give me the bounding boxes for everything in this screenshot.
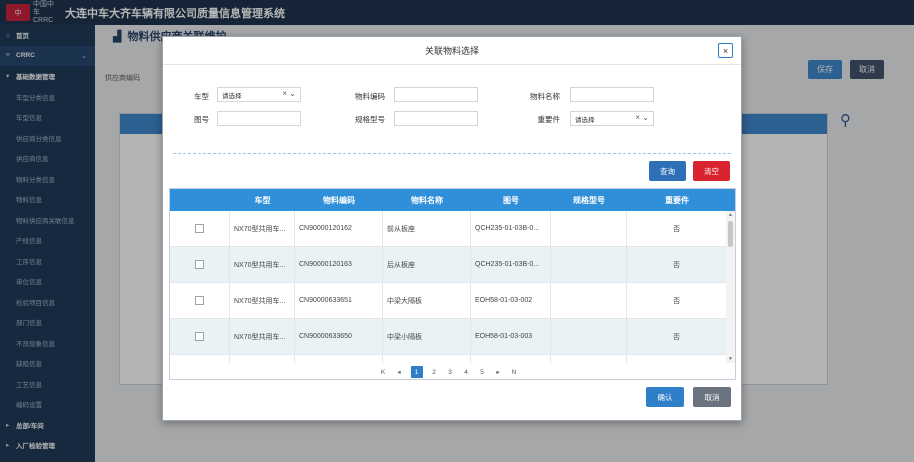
spec-label: 规格型号	[355, 115, 385, 124]
cell-important: 否	[627, 319, 727, 354]
pagination: K ◂ 1 2 3 4 5 ▸ N	[170, 363, 727, 379]
table-scrollbar[interactable]: ▲ ▼	[726, 211, 735, 363]
drawing-no-input[interactable]	[217, 111, 301, 126]
page-number[interactable]: 2	[430, 369, 439, 376]
cell-name: 中梁小隔板	[383, 319, 471, 354]
dialog-title: 关联物料选择	[163, 37, 741, 65]
cell-car-type: NX70型共用车...	[230, 319, 295, 354]
row-checkbox[interactable]	[195, 224, 204, 233]
important-value: 请选择	[575, 116, 595, 124]
table-row[interactable]: NX70型共用车...CN90000640332枕中隔板EOH58-01-03-…	[170, 355, 727, 363]
cell-car-type: NX70型共用车...	[230, 355, 295, 363]
car-type-select[interactable]: 请选择 × ⌄	[217, 87, 301, 102]
table-row[interactable]: NX70型共用车... CN90000120162 前从板座 QCH235-01-03…	[170, 211, 727, 247]
important-label: 重要件	[537, 115, 561, 124]
column-header[interactable]: 物料名称	[383, 189, 471, 211]
cell-car-type: NX70型共用车...	[230, 247, 295, 282]
page-number[interactable]: 3	[446, 369, 455, 376]
table-row[interactable]: NX70型共用车... CN90000633651 中梁大隔板 EOH58-01-03…	[170, 283, 727, 319]
material-code-label: 物料编码	[355, 92, 385, 101]
first-page-button[interactable]: K	[379, 369, 388, 376]
row-select-cell	[170, 283, 230, 318]
material-table: 车型 物料编码 物料名称 图号 规格型号 重要件 NX70型共用车... CN9000012…	[169, 188, 736, 380]
prev-page-button[interactable]: ◂	[395, 368, 404, 376]
drawing-no-label: 图号	[194, 115, 209, 124]
query-button[interactable]: 查询	[649, 161, 686, 181]
row-select-cell	[170, 319, 230, 354]
column-header[interactable]: 图号	[471, 189, 551, 211]
column-header[interactable]: 规格型号	[551, 189, 627, 211]
cell-spec	[551, 283, 627, 318]
cell-code: CN90000640332	[295, 355, 383, 363]
column-header[interactable]: 车型	[230, 189, 295, 211]
chevron-down-icon: × ⌄	[282, 89, 296, 98]
table-row[interactable]: NX70型共用车... CN90000633650 中梁小隔板 EOH58-01-03…	[170, 319, 727, 355]
page-number[interactable]: 4	[462, 369, 471, 376]
cell-spec	[551, 211, 627, 246]
last-page-button[interactable]: N	[510, 369, 519, 376]
close-icon[interactable]: ×	[718, 43, 733, 58]
divider	[173, 153, 731, 154]
confirm-button[interactable]: 确认	[646, 387, 684, 407]
scroll-down-icon[interactable]: ▼	[728, 356, 733, 362]
car-type-label: 车型	[194, 92, 209, 101]
row-select-cell	[170, 247, 230, 282]
cell-spec	[551, 355, 627, 363]
cell-important: 否	[627, 355, 727, 363]
cell-name: 枕中隔板	[383, 355, 471, 363]
cell-car-type: NX70型共用车...	[230, 283, 295, 318]
cell-important: 否	[627, 283, 727, 318]
cell-code: CN90000120162	[295, 211, 383, 246]
cell-name: 中梁大隔板	[383, 283, 471, 318]
cell-drawing: QCH235-01-03B-0...	[471, 211, 551, 246]
column-header[interactable]	[170, 189, 230, 211]
cell-important: 否	[627, 247, 727, 282]
table-body: NX70型共用车... CN90000120162 前从板座 QCH235-01-03…	[170, 211, 727, 363]
material-code-input[interactable]	[394, 87, 478, 102]
next-page-button[interactable]: ▸	[494, 368, 503, 376]
cell-drawing: EOH58-01-03-004	[471, 355, 551, 363]
cell-name: 后从板座	[383, 247, 471, 282]
cell-drawing: QCH235-01-03B-0...	[471, 247, 551, 282]
page-number[interactable]: 5	[478, 369, 487, 376]
cell-important: 否	[627, 211, 727, 246]
spec-input[interactable]	[394, 111, 478, 126]
material-select-dialog: 关联物料选择 × 车型 请选择 × ⌄ 物料编码 物料名称 图号 规格型号 重要…	[162, 36, 742, 421]
important-select[interactable]: 请选择 × ⌄	[570, 111, 654, 126]
column-header[interactable]: 重要件	[627, 189, 727, 211]
row-select-cell	[170, 211, 230, 246]
scroll-up-icon[interactable]: ▲	[728, 212, 733, 218]
cell-car-type: NX70型共用车...	[230, 211, 295, 246]
cell-code: CN90000633650	[295, 319, 383, 354]
cell-name: 前从板座	[383, 211, 471, 246]
row-checkbox[interactable]	[195, 260, 204, 269]
cell-spec	[551, 247, 627, 282]
cell-spec	[551, 319, 627, 354]
cell-code: CN90000120163	[295, 247, 383, 282]
material-name-label: 物料名称	[530, 92, 560, 101]
row-checkbox[interactable]	[195, 296, 204, 305]
row-checkbox[interactable]	[195, 332, 204, 341]
page-number[interactable]: 1	[410, 366, 423, 378]
table-header: 车型 物料编码 物料名称 图号 规格型号 重要件	[170, 189, 735, 211]
dialog-cancel-button[interactable]: 取消	[693, 387, 731, 407]
table-row[interactable]: NX70型共用车... CN90000120163 后从板座 QCH235-01-03…	[170, 247, 727, 283]
cell-drawing: EOH58-01-03-002	[471, 283, 551, 318]
clear-button[interactable]: 清空	[693, 161, 730, 181]
cell-code: CN90000633651	[295, 283, 383, 318]
row-select-cell	[170, 355, 230, 363]
cell-drawing: EOH58-01-03-003	[471, 319, 551, 354]
car-type-value: 请选择	[222, 92, 242, 100]
column-header[interactable]: 物料编码	[295, 189, 383, 211]
scroll-thumb[interactable]	[728, 221, 733, 247]
material-name-input[interactable]	[570, 87, 654, 102]
chevron-down-icon: × ⌄	[635, 113, 649, 122]
